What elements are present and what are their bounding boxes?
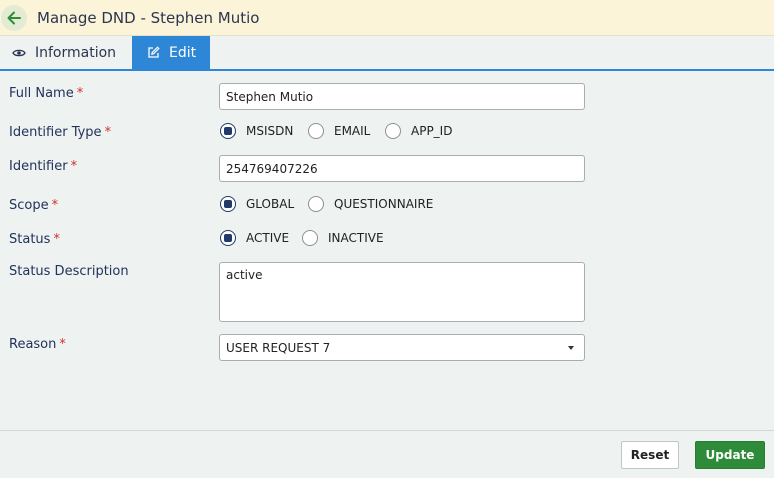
radio-active[interactable]: ACTIVE bbox=[220, 230, 302, 246]
identifier-label: Identifier * bbox=[9, 159, 78, 174]
radio-questionnaire[interactable]: QUESTIONNAIRE bbox=[308, 196, 433, 212]
scope-label: Scope * bbox=[9, 198, 59, 213]
radio-email[interactable]: EMAIL bbox=[308, 123, 385, 139]
identifier-field[interactable]: 254769407226 bbox=[219, 155, 585, 182]
radio-indicator bbox=[385, 123, 401, 139]
back-button[interactable] bbox=[1, 4, 27, 31]
arrow-left-icon bbox=[7, 11, 21, 24]
edit-icon bbox=[147, 46, 160, 59]
required-marker: * bbox=[104, 125, 112, 140]
status-description-field[interactable]: active bbox=[219, 262, 585, 322]
footer-divider bbox=[0, 430, 774, 431]
radio-email-label: EMAIL bbox=[334, 124, 371, 138]
radio-checked-indicator bbox=[220, 123, 236, 139]
status-description-label: Status Description bbox=[9, 264, 129, 279]
radio-msisdn[interactable]: MSISDN bbox=[220, 123, 308, 139]
radio-checked-indicator bbox=[220, 230, 236, 246]
page-title: Manage DND - Stephen Mutio bbox=[37, 8, 260, 27]
reason-label: Reason * bbox=[9, 337, 66, 352]
required-marker: * bbox=[70, 159, 78, 174]
status-label: Status * bbox=[9, 232, 60, 247]
radio-global[interactable]: GLOBAL bbox=[220, 196, 308, 212]
radio-indicator bbox=[308, 123, 324, 139]
reset-button[interactable]: Reset bbox=[621, 441, 679, 469]
reason-select[interactable]: USER REQUEST 7 bbox=[219, 334, 585, 361]
identifier-type-label: Identifier Type * bbox=[9, 125, 112, 140]
identifier-value: 254769407226 bbox=[226, 161, 318, 176]
scope-radio-group: GLOBAL QUESTIONNAIRE bbox=[219, 194, 433, 214]
radio-app-id[interactable]: APP_ID bbox=[385, 123, 452, 139]
tab-edit[interactable]: Edit bbox=[132, 36, 210, 69]
radio-inactive-label: INACTIVE bbox=[328, 231, 384, 245]
radio-active-label: ACTIVE bbox=[246, 231, 290, 245]
required-marker: * bbox=[51, 198, 59, 213]
caret-down-icon bbox=[568, 346, 574, 350]
full-name-field[interactable]: Stephen Mutio bbox=[219, 83, 585, 110]
required-marker: * bbox=[53, 232, 60, 247]
status-description-value: active bbox=[226, 268, 263, 282]
eye-icon bbox=[12, 48, 26, 58]
full-name-value: Stephen Mutio bbox=[226, 89, 314, 104]
radio-indicator bbox=[302, 230, 318, 246]
identifier-type-radio-group: MSISDN EMAIL APP_ID bbox=[219, 121, 452, 141]
tab-bar: Information Edit bbox=[0, 36, 774, 71]
radio-questionnaire-label: QUESTIONNAIRE bbox=[334, 197, 434, 211]
radio-global-label: GLOBAL bbox=[246, 197, 295, 211]
update-button[interactable]: Update bbox=[695, 441, 765, 469]
required-marker: * bbox=[76, 86, 84, 101]
tab-information[interactable]: Information bbox=[0, 36, 132, 69]
radio-app-id-label: APP_ID bbox=[411, 124, 453, 138]
required-marker: * bbox=[59, 337, 66, 352]
radio-checked-indicator bbox=[220, 196, 236, 212]
radio-inactive[interactable]: INACTIVE bbox=[302, 230, 384, 246]
radio-msisdn-label: MSISDN bbox=[246, 124, 294, 138]
radio-indicator bbox=[308, 196, 324, 212]
page-header: Manage DND - Stephen Mutio bbox=[0, 0, 774, 36]
tab-edit-label: Edit bbox=[169, 44, 197, 61]
status-radio-group: ACTIVE INACTIVE bbox=[219, 228, 384, 248]
full-name-label: Full Name * bbox=[9, 86, 84, 101]
reason-selected-value: USER REQUEST 7 bbox=[226, 340, 331, 355]
tab-information-label: Information bbox=[35, 44, 117, 61]
